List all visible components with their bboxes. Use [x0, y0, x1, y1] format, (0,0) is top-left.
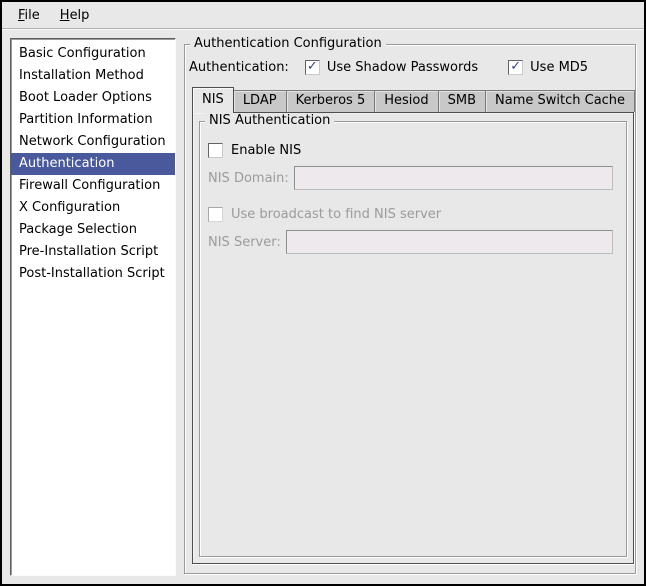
authentication-options-row: Authentication: ✓ Use Shadow Passwords ✓… [189, 56, 631, 78]
sidebar-item-boot-loader-options[interactable]: Boot Loader Options [11, 87, 175, 109]
menubar: File Help [2, 2, 644, 28]
use-md5-option: ✓ Use MD5 [508, 60, 588, 75]
kickstart-configurator-window: File Help Basic Configuration Installati… [0, 0, 646, 586]
sidebar-item-post-installation-script[interactable]: Post-Installation Script [11, 263, 175, 285]
nis-domain-input [294, 166, 613, 190]
enable-nis-row: Enable NIS [208, 138, 618, 162]
nis-server-row: NIS Server: [208, 230, 618, 254]
tab-name-switch-cache[interactable]: Name Switch Cache [485, 90, 635, 112]
nis-authentication-frame-title: NIS Authentication [205, 113, 334, 128]
nis-domain-row: NIS Domain: [208, 166, 618, 190]
use-shadow-passwords-label: Use Shadow Passwords [327, 60, 478, 75]
enable-nis-checkbox[interactable] [208, 143, 223, 158]
tab-hesiod[interactable]: Hesiod [374, 90, 438, 112]
tab-kerberos-5[interactable]: Kerberos 5 [286, 90, 376, 112]
authentication-notebook: NIS LDAP Kerberos 5 Hesiod SMB Name Swit… [192, 86, 634, 564]
use-shadow-passwords-option: ✓ Use Shadow Passwords [305, 60, 478, 75]
sidebar-item-package-selection[interactable]: Package Selection [11, 219, 175, 241]
use-broadcast-checkbox [208, 207, 223, 222]
authentication-configuration-frame-title: Authentication Configuration [190, 36, 386, 51]
menu-file[interactable]: File [8, 5, 50, 26]
nis-domain-label: NIS Domain: [208, 171, 289, 186]
checkmark-icon: ✓ [510, 60, 521, 73]
use-md5-checkbox[interactable]: ✓ [508, 60, 523, 75]
tab-nis[interactable]: NIS [192, 87, 234, 113]
use-broadcast-label: Use broadcast to find NIS server [231, 207, 441, 222]
section-list: Basic Configuration Installation Method … [10, 38, 176, 576]
sidebar-item-network-configuration[interactable]: Network Configuration [11, 131, 175, 153]
broadcast-row: Use broadcast to find NIS server [208, 202, 618, 226]
tab-ldap[interactable]: LDAP [233, 90, 287, 112]
menu-file-rest: ile [25, 8, 40, 23]
nis-server-input [286, 230, 613, 254]
sidebar-item-installation-method[interactable]: Installation Method [11, 65, 175, 87]
checkmark-icon: ✓ [307, 60, 318, 73]
sidebar-item-authentication[interactable]: Authentication [11, 153, 175, 175]
menu-help-accel: H [60, 8, 70, 23]
sidebar-item-pre-installation-script[interactable]: Pre-Installation Script [11, 241, 175, 263]
use-shadow-passwords-checkbox[interactable]: ✓ [305, 60, 320, 75]
enable-nis-label: Enable NIS [231, 143, 301, 158]
menubar-separator [2, 28, 644, 30]
nis-server-label: NIS Server: [208, 235, 281, 250]
tab-bar: NIS LDAP Kerberos 5 Hesiod SMB Name Swit… [192, 86, 634, 112]
authentication-row-label: Authentication: [189, 60, 289, 75]
menu-help[interactable]: Help [50, 5, 100, 26]
menu-help-rest: elp [70, 8, 90, 23]
sidebar-item-partition-information[interactable]: Partition Information [11, 109, 175, 131]
nis-tab-page: NIS Authentication Enable NIS NIS Domain… [192, 112, 634, 564]
tab-smb[interactable]: SMB [438, 90, 486, 112]
sidebar-item-x-configuration[interactable]: X Configuration [11, 197, 175, 219]
sidebar-item-firewall-configuration[interactable]: Firewall Configuration [11, 175, 175, 197]
sidebar-item-basic-configuration[interactable]: Basic Configuration [11, 43, 175, 65]
nis-authentication-frame: NIS Authentication Enable NIS NIS Domain… [199, 121, 627, 557]
use-md5-label: Use MD5 [530, 60, 588, 75]
